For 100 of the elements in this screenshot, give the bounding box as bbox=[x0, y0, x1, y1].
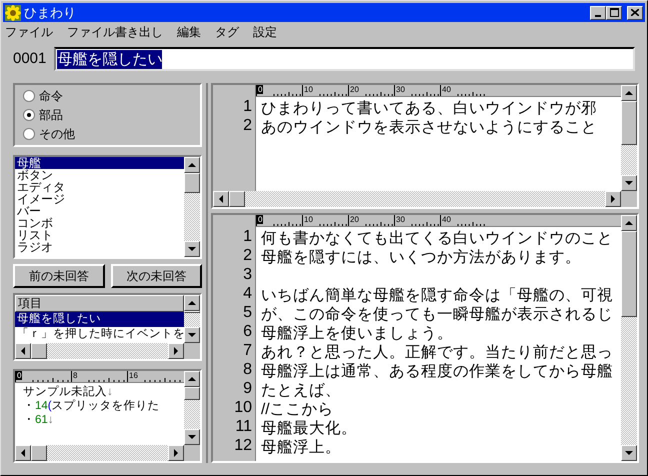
ruler-ticks-drawing bbox=[364, 222, 394, 226]
radio-button[interactable] bbox=[23, 128, 35, 140]
scroll-arrow-button[interactable] bbox=[621, 215, 637, 231]
editor-line: 母艦を隠すには、いくつか方法があります。 bbox=[261, 249, 581, 266]
line-number: 1 bbox=[242, 227, 253, 246]
selected-input-text: 母艦を隠したい bbox=[57, 50, 162, 68]
parts-listbox[interactable]: 母艦 ボタン エディタ イメージ バー コンボ リスト ラジオ bbox=[13, 155, 202, 259]
menu-item[interactable]: 編集 bbox=[177, 24, 201, 40]
up-arrow-icon bbox=[188, 377, 196, 381]
editor-line: //ここから bbox=[261, 401, 334, 418]
editor-line: 母艦最大化。 bbox=[261, 420, 357, 437]
list-item[interactable]: ボタン bbox=[15, 169, 184, 181]
radio-button[interactable] bbox=[23, 90, 35, 102]
menu-item[interactable]: ファイル bbox=[5, 24, 53, 40]
down-arrow-icon bbox=[625, 181, 633, 185]
scroll-arrow-button[interactable] bbox=[621, 175, 637, 191]
title-input-field[interactable]: 母艦を隠したい bbox=[54, 47, 635, 71]
items-list[interactable]: 項目 母艦を隠したい 「ｒ」を押した時にイベントを bbox=[13, 293, 202, 361]
column-header[interactable]: 項目 bbox=[15, 295, 184, 312]
line-number: 5 bbox=[242, 303, 253, 322]
editor-line: 母艦浮上は通常、ある程度の作業をしてから母艦 bbox=[261, 363, 613, 380]
line-number: 10 bbox=[233, 398, 253, 417]
scroll-arrow-button[interactable] bbox=[168, 445, 184, 461]
list-item[interactable]: 母艦 bbox=[15, 157, 184, 169]
scroll-arrow-button[interactable] bbox=[184, 295, 200, 311]
line-number: 12 bbox=[233, 436, 253, 455]
maximize-icon bbox=[610, 8, 618, 17]
vertical-scrollbar[interactable] bbox=[184, 371, 200, 445]
ruler-number: 10 bbox=[303, 85, 314, 94]
scroll-arrow-button[interactable] bbox=[168, 343, 184, 359]
editor-pane[interactable] bbox=[211, 213, 639, 463]
scroll-arrow-button[interactable] bbox=[184, 429, 200, 445]
line-number: 2 bbox=[242, 246, 253, 265]
scroll-arrow-button[interactable] bbox=[184, 157, 200, 173]
ruler-number: 10 bbox=[303, 215, 314, 224]
scroll-arrow-button[interactable] bbox=[184, 371, 200, 387]
scroll-arrow-button[interactable] bbox=[605, 191, 621, 207]
ruler-number: 20 bbox=[349, 85, 360, 94]
ruler-number: 0 bbox=[257, 85, 264, 94]
memo-line: ・61↓ bbox=[23, 413, 55, 427]
horizontal-scrollbar[interactable] bbox=[213, 191, 621, 207]
list-row[interactable]: 「ｒ」を押した時にイベントを bbox=[15, 327, 184, 342]
editor-line: が、この命令を使っても一瞬母艦が表示されるじ bbox=[261, 306, 613, 323]
editor-pane[interactable]: 1 2 0 10 20 30 40 ひまわりって書いてある、白いウインドウが邪 あのウインドウを表示させないようにすること bbox=[211, 83, 639, 209]
list-item[interactable]: ラジオ bbox=[15, 241, 184, 253]
list-item[interactable]: バー bbox=[15, 205, 184, 217]
ruler-number: 0 bbox=[16, 371, 22, 380]
scrollbar-corner bbox=[184, 445, 200, 461]
ruler-ticks-drawing bbox=[456, 222, 486, 226]
horizontal-scrollbar[interactable] bbox=[15, 445, 184, 461]
scroll-arrow-button[interactable] bbox=[15, 343, 31, 359]
scroll-arrow-button[interactable] bbox=[213, 191, 229, 207]
editor-line: たとえば、 bbox=[261, 382, 341, 399]
nav-button[interactable]: 次の未回答 bbox=[110, 264, 202, 288]
maximize-button[interactable] bbox=[606, 6, 622, 20]
minimize-button[interactable] bbox=[590, 6, 606, 20]
scroll-arrow-button[interactable] bbox=[15, 445, 31, 461]
list-item[interactable]: コンボ bbox=[15, 217, 184, 229]
ruler-ticks-drawing bbox=[456, 92, 486, 96]
scroll-arrow-button[interactable] bbox=[621, 445, 637, 461]
ruler-number: 20 bbox=[349, 215, 360, 224]
menu-item[interactable]: 設定 bbox=[253, 24, 277, 40]
list-item[interactable]: イメージ bbox=[15, 193, 184, 205]
down-arrow-icon bbox=[188, 435, 196, 439]
radio-label: その他 bbox=[39, 126, 75, 142]
vertical-scrollbar[interactable] bbox=[621, 85, 637, 191]
radio-button[interactable] bbox=[23, 109, 35, 121]
line-number: 6 bbox=[242, 322, 253, 341]
vertical-scrollbar[interactable] bbox=[621, 215, 637, 461]
record-number: 0001 bbox=[13, 48, 46, 69]
menu-item[interactable]: ファイル書き出し bbox=[67, 24, 163, 40]
list-item[interactable]: リスト bbox=[15, 229, 184, 241]
scroll-arrow-button[interactable] bbox=[184, 327, 200, 343]
memo-pane[interactable]: 0 8 16 サンプル未記入↓ ・14(スプリッタを作りた ・61↓ bbox=[13, 369, 202, 463]
up-arrow-icon bbox=[625, 221, 633, 225]
editor-line: 母艦浮上。 bbox=[261, 439, 341, 456]
ruler-ticks-drawing bbox=[364, 92, 394, 96]
vertical-scrollbar[interactable] bbox=[184, 157, 200, 257]
ruler-ticks-drawing bbox=[272, 92, 302, 96]
list-item[interactable]: エディタ bbox=[15, 181, 184, 193]
memo-line: サンプル未記入↓ bbox=[23, 385, 114, 399]
vertical-scrollbar[interactable] bbox=[184, 295, 200, 343]
scroll-arrow-button[interactable] bbox=[184, 241, 200, 257]
scroll-arrow-button[interactable] bbox=[621, 85, 637, 101]
ruler-ticks-drawing bbox=[318, 222, 348, 226]
close-button[interactable] bbox=[627, 6, 643, 20]
line-number: 1 bbox=[242, 97, 253, 116]
nav-button[interactable]: 前の未回答 bbox=[13, 264, 104, 288]
ruler-number: 30 bbox=[395, 215, 406, 224]
ruler-number: 40 bbox=[441, 85, 452, 94]
down-arrow-icon bbox=[188, 247, 196, 251]
ruler-number: 8 bbox=[72, 371, 78, 380]
list-row[interactable]: 母艦を隠したい bbox=[15, 312, 184, 327]
horizontal-scrollbar[interactable] bbox=[15, 343, 184, 359]
sunflower-icon bbox=[5, 4, 21, 20]
left-arrow-icon bbox=[219, 195, 223, 203]
editor-line: ひまわりって書いてある、白いウインドウが邪 bbox=[261, 100, 597, 117]
menu-item[interactable]: タグ bbox=[215, 24, 239, 40]
ruler-ticks-drawing bbox=[143, 378, 183, 382]
down-arrow-icon bbox=[188, 333, 196, 337]
